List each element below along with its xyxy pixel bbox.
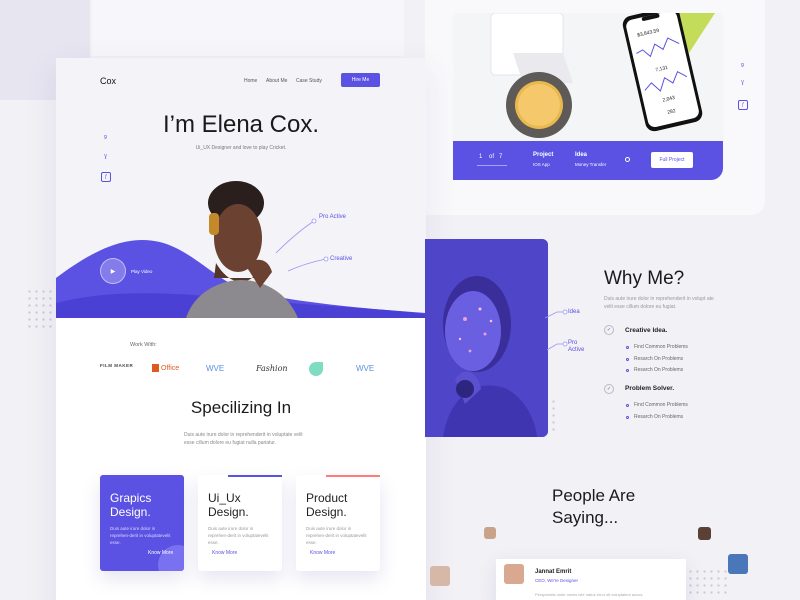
list-item-label: Resarch On Problems: [634, 367, 684, 373]
card-accent-bar: [228, 475, 282, 477]
avatar[interactable]: [484, 527, 496, 539]
avatar[interactable]: [430, 566, 450, 586]
service-card-uiux[interactable]: Ui_Ux Design. Duis aute irure dolor in r…: [198, 475, 282, 571]
list-item-label: Resarch On Problems: [634, 414, 684, 420]
nav-link-case-study[interactable]: Case Study: [296, 78, 322, 84]
phone-photo: $3,843.59 7,131 2,043 282: [453, 13, 723, 141]
portfolio-page-card: Cox Home About Me Case Study Hire Me ǥ Ɣ…: [56, 58, 426, 600]
avatar[interactable]: [728, 554, 748, 574]
nav-link-about[interactable]: About Me: [266, 78, 287, 84]
play-video-button[interactable]: ▶: [100, 258, 126, 284]
list-item: Resarch On Problems: [626, 356, 683, 362]
logo[interactable]: Cox: [100, 76, 116, 86]
service-description: Duis aute irure dolor in reprehen-derit …: [306, 526, 367, 546]
play-video-label[interactable]: Play Video: [131, 269, 152, 274]
brand-logo-wave: WVE: [206, 364, 225, 373]
service-card-product[interactable]: Product Design. Duis aute irure dolor in…: [296, 475, 380, 571]
decorative-blob: [158, 545, 184, 571]
service-description: Duis aute irure dolor in reprehen-derit …: [208, 526, 269, 546]
bullet-icon: [626, 415, 629, 419]
why-me-portrait-photo: [425, 239, 548, 437]
section-title: People Are Saying...: [552, 485, 635, 529]
background-panel: [92, 0, 404, 56]
pager-progress-line: [477, 165, 507, 166]
know-more-link[interactable]: Know More: [310, 550, 335, 556]
brand-logo-filmmaker: FILM MAKER: [100, 363, 134, 368]
full-project-button[interactable]: Full Project: [651, 152, 693, 168]
title-line: People Are: [552, 486, 636, 505]
play-icon: ▶: [110, 268, 116, 275]
service-description: Duis aute irure dolor in reprehen-derit …: [110, 526, 171, 546]
brand-logo-office: Office: [152, 364, 179, 372]
service-title: Ui_Ux Design.: [208, 491, 249, 520]
nav-link-home[interactable]: Home: [244, 78, 257, 84]
bullet-icon: [626, 368, 629, 372]
social-icon[interactable]: ǥ: [741, 62, 744, 68]
list-item-label: Resarch On Problems: [634, 356, 684, 362]
bullet-icon: [626, 403, 629, 407]
social-icon[interactable]: ƒ: [101, 172, 111, 182]
section-title: Specilizing In: [190, 398, 292, 417]
card-accent-bar: [326, 475, 380, 477]
portrait-illustration: [425, 239, 548, 437]
check-icon: ✓: [604, 325, 614, 335]
bullet-icon: [626, 357, 629, 361]
list-item: Resarch On Problems: [626, 367, 683, 373]
work-with-label: Work With:: [130, 342, 157, 348]
check-icon: ✓: [604, 384, 614, 394]
hire-me-button[interactable]: Hire Me: [341, 73, 380, 87]
avatar: [504, 564, 524, 584]
service-card-graphics[interactable]: Grapics Design. Duis aute irure dolor in…: [100, 475, 184, 571]
hero-subtitle: Ui_UX Designer and love to play Cricket.: [195, 145, 287, 151]
pager-of: of: [489, 154, 495, 160]
why-group-title: Creative Idea.: [625, 327, 668, 334]
section-title: Why Me?: [604, 268, 685, 289]
dot-pattern: [680, 568, 730, 598]
tag-proactive: Pro Active: [568, 340, 585, 354]
tag-idea: Idea: [568, 309, 580, 315]
pager-current: 1: [479, 154, 483, 160]
service-title: Grapics Design.: [110, 491, 152, 520]
project-value: IOS App: [533, 162, 550, 167]
testimonial-card: Jannat Emrit CEO, We're Designer Perspic…: [496, 559, 686, 600]
know-more-link[interactable]: Know More: [148, 550, 173, 556]
testimonial-name: Jannat Emrit: [535, 569, 572, 575]
hero-title: I’m Elena Cox.: [162, 111, 320, 138]
pager-total: 7: [499, 154, 503, 160]
list-item: Find Common Problems: [626, 402, 688, 408]
brand-name: Office: [161, 364, 180, 372]
testimonial-text: Perspiciatis unde omnis iste natus error…: [535, 592, 644, 597]
social-icon[interactable]: Ɣ: [104, 154, 107, 160]
project-info-bar: 1 of 7 Project IOS App Idea Money Transf…: [453, 141, 723, 180]
section-description: Duis aute irure dolor in reprehenderit i…: [184, 432, 303, 446]
connector-lines: [275, 218, 329, 272]
social-icon[interactable]: Ɣ: [741, 80, 744, 86]
brand-logo-leaf-icon: [309, 362, 323, 376]
title-line: Saying...: [552, 508, 619, 528]
tag-proactive: Pro Active: [319, 214, 347, 220]
list-item-label: Find Common Problems: [634, 344, 688, 350]
testimonial-role: CEO, We're Designer: [535, 578, 579, 583]
social-icon[interactable]: ƒ: [738, 100, 748, 110]
idea-label: Idea: [575, 152, 588, 158]
brand-logo-wave: WVE: [356, 364, 375, 373]
slider-dot[interactable]: [625, 157, 630, 162]
list-item-label: Find Common Problems: [634, 402, 688, 408]
tag-creative: Creative: [330, 256, 353, 262]
office-icon: [152, 364, 159, 372]
avatar[interactable]: [698, 527, 711, 540]
list-item: Find Common Problems: [626, 344, 688, 350]
section-description: Duis aute irure dolor in reprehenderit i…: [604, 296, 714, 310]
idea-value: Money Transfer: [575, 162, 607, 167]
brand-logo-fashion: Fashion: [256, 364, 288, 373]
list-item: Resarch On Problems: [626, 414, 683, 420]
project-label: Project: [533, 152, 554, 158]
bullet-icon: [626, 345, 629, 349]
know-more-link[interactable]: Know More: [212, 550, 237, 556]
why-group-title: Problem Solver.: [625, 385, 675, 392]
service-title: Product Design.: [306, 491, 348, 520]
